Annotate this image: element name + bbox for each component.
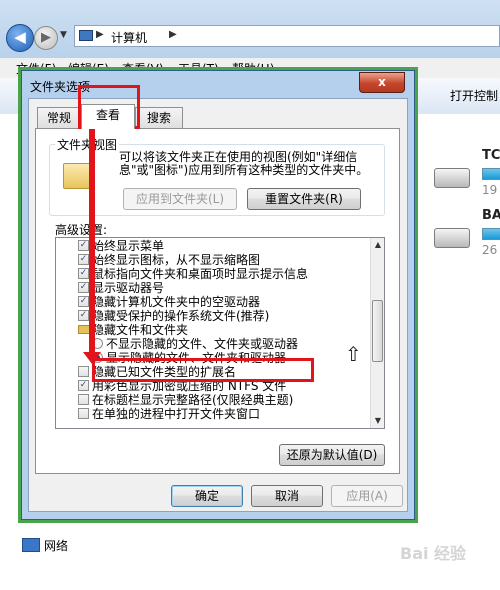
list-item[interactable]: ✓ 隐藏受保护的操作系统文件(推荐) (56, 309, 366, 323)
checkbox[interactable] (78, 394, 89, 405)
recent-pages-dropdown-icon[interactable]: ▼ (60, 30, 67, 40)
list-item-label: 隐藏受保护的操作系统文件(推荐) (92, 309, 270, 323)
list-item[interactable]: ✓ 始终显示菜单 (56, 239, 366, 253)
apply-to-folders-button[interactable]: 应用到文件夹(L) (123, 188, 237, 210)
vertical-scrollbar[interactable]: ▲ ▼ (370, 238, 384, 428)
list-item[interactable]: ✓ 隐藏计算机文件夹中的空驱动器 (56, 295, 366, 309)
drive-label: TC (482, 148, 500, 163)
checkbox[interactable] (78, 366, 89, 377)
reset-folders-button[interactable]: 重置文件夹(R) (247, 188, 361, 210)
list-item-label: 始终显示图标，从不显示缩略图 (92, 253, 261, 267)
tab-view[interactable]: 查看 (81, 104, 135, 129)
back-button[interactable]: ◀ (6, 24, 34, 52)
address-chevron-icon[interactable]: ▶ (169, 29, 177, 40)
drive-usage-bar (482, 168, 500, 180)
checkbox[interactable]: ✓ (78, 268, 89, 279)
list-item[interactable]: ✓ 鼠标指向文件夹和桌面项时显示提示信息 (56, 267, 366, 281)
content-pane: TC 19 BA 26 (412, 114, 500, 590)
dialog-body: 常规 查看 搜索 文件夹视图 可以将该文件夹正在使用的视图(例如"详细信息"或"… (28, 98, 408, 512)
scroll-up-icon[interactable]: ▲ (371, 238, 384, 252)
scroll-thumb[interactable] (372, 300, 383, 362)
open-control-panel-button[interactable]: 打开控制 (450, 87, 498, 104)
checkbox[interactable]: ✓ (78, 380, 89, 391)
highlight-box-show-hidden (92, 358, 314, 382)
list-item[interactable]: ✓ 始终显示图标，从不显示缩略图 (56, 253, 366, 267)
network-icon (22, 538, 40, 552)
list-item-label: 鼠标指向文件夹和桌面项时显示提示信息 (92, 267, 309, 281)
list-item-label: 在标题栏显示完整路径(仅限经典主题) (92, 393, 294, 407)
checkbox[interactable]: ✓ (78, 296, 89, 307)
address-chevron-icon[interactable]: ▶ (96, 29, 104, 40)
list-item[interactable]: 在单独的进程中打开文件夹窗口 (56, 407, 366, 421)
drive-free-space: 19 (482, 183, 498, 197)
list-item[interactable]: 不显示隐藏的文件、文件夹或驱动器 (56, 337, 366, 351)
forward-button[interactable]: ▶ (34, 26, 58, 50)
cancel-button[interactable]: 取消 (251, 485, 323, 507)
checkbox[interactable]: ✓ (78, 282, 89, 293)
advanced-settings-list[interactable]: ✓ 始终显示菜单 ✓ 始终显示图标，从不显示缩略图 ✓ 鼠标指向文件夹和桌面项时… (55, 237, 385, 429)
list-item-label: 在单独的进程中打开文件夹窗口 (92, 407, 261, 421)
list-item[interactable]: 隐藏文件和文件夹 (56, 323, 366, 337)
tab-search[interactable]: 搜索 (135, 107, 183, 129)
folder-views-title: 文件夹视图 (55, 136, 120, 153)
folder-icon (63, 163, 91, 189)
scroll-down-icon[interactable]: ▼ (371, 414, 384, 428)
drive-free-space: 26 (482, 243, 498, 257)
tab-general[interactable]: 常规 (37, 107, 81, 129)
list-item-label: 隐藏计算机文件夹中的空驱动器 (92, 295, 261, 309)
checkbox[interactable]: ✓ (78, 310, 89, 321)
network-nav-item[interactable]: 网络 (44, 537, 68, 554)
advanced-settings-label: 高级设置: (55, 223, 108, 237)
list-item-label: 始终显示菜单 (92, 239, 165, 253)
hard-drive-icon (434, 168, 470, 188)
address-bar[interactable]: ▶ 计算机 ▶ (74, 25, 500, 47)
computer-icon (79, 30, 93, 41)
list-item-label: 显示驱动器号 (92, 281, 165, 295)
drive-label: BA (482, 208, 500, 223)
close-button[interactable]: x (359, 72, 405, 93)
folder-views-description: 可以将该文件夹正在使用的视图(例如"详细信息"或"图标")应用到所有这种类型的文… (119, 150, 369, 177)
navigation-pane (0, 114, 22, 590)
folder-options-dialog: 文件夹选项 x 常规 查看 搜索 文件夹视图 可以将该文件夹正在使用的视图(例如… (21, 70, 415, 520)
watermark: Bai 经验 (400, 544, 467, 563)
list-item-label: 隐藏文件和文件夹 (92, 323, 189, 337)
list-item[interactable]: ✓ 显示驱动器号 (56, 281, 366, 295)
drive-usage-bar (482, 228, 500, 240)
drive-item[interactable]: BA 26 (434, 208, 500, 258)
ok-button[interactable]: 确定 (171, 485, 243, 507)
address-text[interactable]: 计算机 (111, 29, 147, 46)
drive-item[interactable]: TC 19 (434, 148, 500, 198)
restore-defaults-button[interactable]: 还原为默认值(D) (279, 444, 385, 466)
hard-drive-icon (434, 228, 470, 248)
checkbox[interactable]: ✓ (78, 254, 89, 265)
mouse-cursor-icon: ⇧ (345, 342, 362, 366)
highlight-arrow (89, 112, 95, 357)
list-item[interactable]: 在标题栏显示完整路径(仅限经典主题) (56, 393, 366, 407)
list-item-label: 不显示隐藏的文件、文件夹或驱动器 (106, 337, 299, 351)
checkbox[interactable] (78, 408, 89, 419)
checkbox[interactable]: ✓ (78, 240, 89, 251)
apply-button[interactable]: 应用(A) (331, 485, 403, 507)
